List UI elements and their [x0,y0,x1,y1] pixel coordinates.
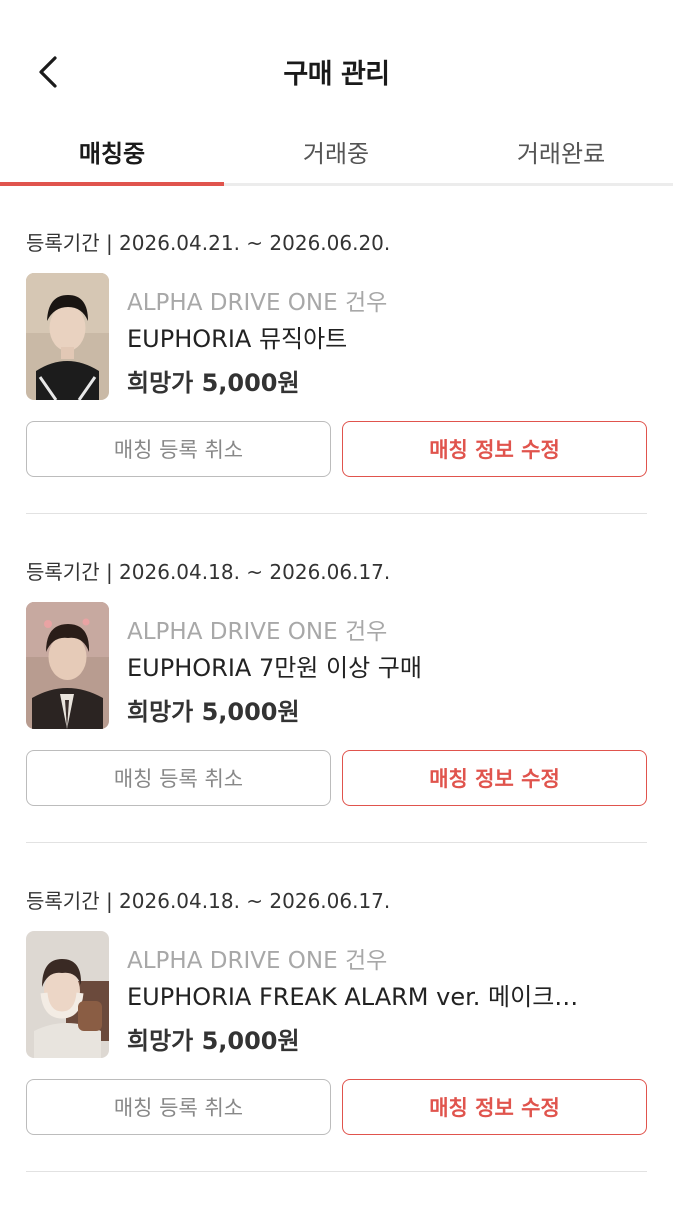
divider [26,842,647,843]
registration-period: 등록기간 | 2026.04.18. ~ 2026.06.17. [26,889,391,913]
page-title: 구매 관리 [283,59,390,90]
tab-bar: 매칭중 거래중 거래완료 [0,120,673,186]
tab-completed[interactable]: 거래완료 [449,120,673,183]
tab-in-trade[interactable]: 거래중 [224,120,448,183]
item-name: EUPHORIA FREAK ALARM ver. 메이크… [127,983,579,1011]
header: 구매 관리 [0,0,673,120]
cancel-matching-button[interactable]: 매칭 등록 취소 [26,750,331,806]
edit-matching-button[interactable]: 매칭 정보 수정 [342,421,647,477]
item-name: EUPHORIA 뮤직아트 [127,325,348,353]
artist-name: ALPHA DRIVE ONE 건우 [127,290,388,316]
registration-period: 등록기간 | 2026.04.21. ~ 2026.06.20. [26,231,391,255]
edit-matching-button[interactable]: 매칭 정보 수정 [342,750,647,806]
photocard-thumbnail[interactable] [26,602,109,729]
list-item: 등록기간 | 2026.04.18. ~ 2026.06.17. ALPHA D… [26,885,647,1215]
artist-name: ALPHA DRIVE ONE 건우 [127,619,388,645]
desired-price: 희망가 5,000원 [127,698,300,726]
desired-price: 희망가 5,000원 [127,369,300,397]
desired-price: 희망가 5,000원 [127,1027,300,1055]
cancel-matching-button[interactable]: 매칭 등록 취소 [26,421,331,477]
list-item: 등록기간 | 2026.04.21. ~ 2026.06.20. ALPHA D… [26,227,647,557]
photocard-thumbnail[interactable] [26,931,109,1058]
registration-period: 등록기간 | 2026.04.18. ~ 2026.06.17. [26,560,391,584]
edit-matching-button[interactable]: 매칭 정보 수정 [342,1079,647,1135]
photocard-thumbnail[interactable] [26,273,109,400]
item-name: EUPHORIA 7만원 이상 구매 [127,654,422,682]
tab-matching[interactable]: 매칭중 [0,120,224,183]
divider [26,1171,647,1172]
divider [26,513,647,514]
cancel-matching-button[interactable]: 매칭 등록 취소 [26,1079,331,1135]
artist-name: ALPHA DRIVE ONE 건우 [127,948,388,974]
list-item: 등록기간 | 2026.04.18. ~ 2026.06.17. ALPHA D… [26,556,647,886]
active-tab-indicator [0,182,224,186]
